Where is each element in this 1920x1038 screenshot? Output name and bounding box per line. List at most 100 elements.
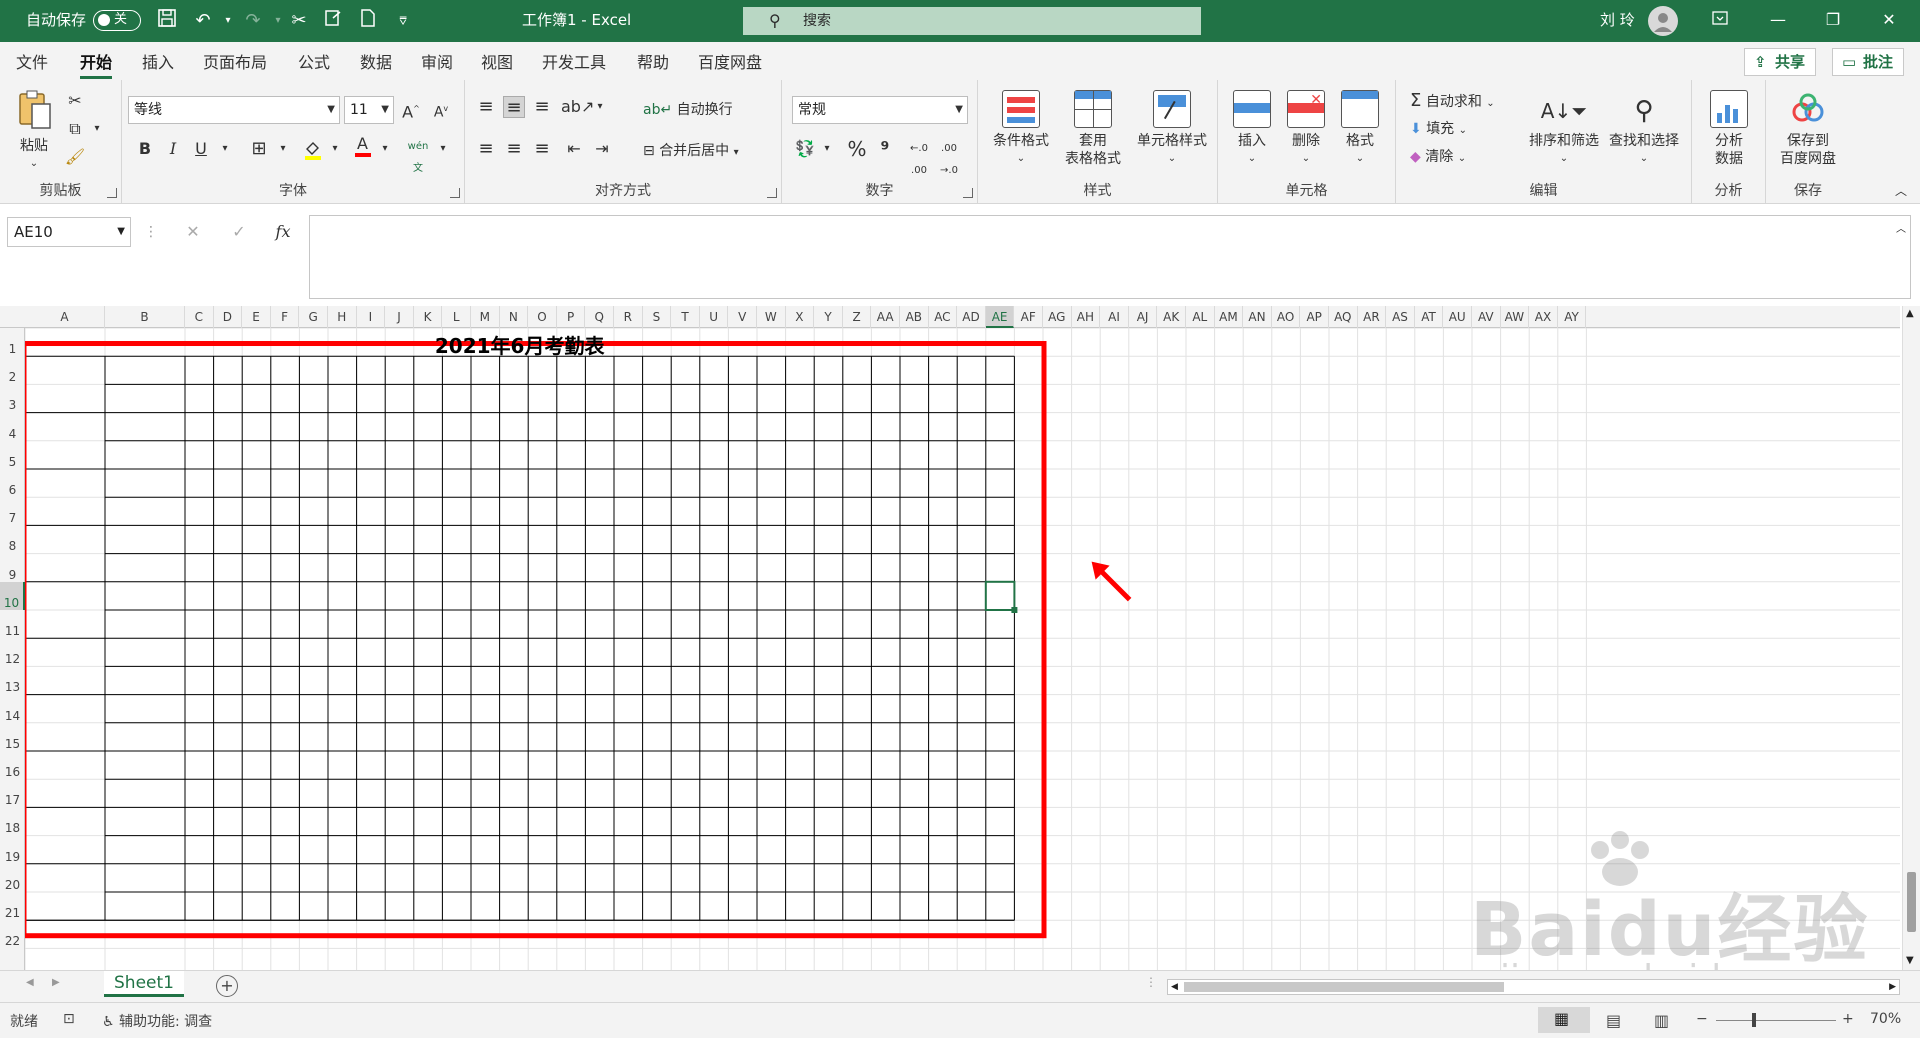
column-header-aw[interactable]: AW — [1501, 306, 1530, 328]
format-painter-icon[interactable]: 🖌 — [64, 146, 86, 168]
zoom-slider-track[interactable] — [1716, 1020, 1836, 1021]
merge-center-button[interactable]: ⊟ 合并后居中 ▾ — [643, 140, 739, 160]
row-header-10[interactable]: 10 — [0, 581, 25, 610]
column-header-al[interactable]: AL — [1186, 306, 1215, 328]
percent-button[interactable]: % — [846, 138, 868, 160]
column-header-v[interactable]: V — [728, 306, 757, 328]
column-header-ao[interactable]: AO — [1272, 306, 1301, 328]
align-right-icon[interactable]: ≡ — [531, 138, 553, 160]
row-header-7[interactable]: 7 — [0, 497, 25, 525]
row-header-1[interactable]: 1 — [0, 328, 25, 356]
row-header-14[interactable]: 14 — [0, 695, 25, 723]
align-center-icon[interactable]: ≡ — [503, 138, 525, 160]
column-header-r[interactable]: R — [614, 306, 643, 328]
redo-icon[interactable]: ↷ — [240, 8, 266, 34]
number-format-select[interactable]: 常规 ▼ — [792, 96, 968, 124]
cell-styles-button[interactable]: 单元格样式 ⌄ — [1130, 90, 1214, 168]
worksheet-grid[interactable]: A B C D E F G H I J K L M N O P Q R S T U V W X Y Z AA AB AC AD AE AF AG… — [0, 306, 1920, 970]
tab-home[interactable]: 开始 — [80, 49, 113, 79]
column-header-ak[interactable]: AK — [1157, 306, 1186, 328]
column-header-g[interactable]: G — [299, 306, 328, 328]
normal-view-button[interactable]: ▦ — [1538, 1007, 1590, 1033]
horizontal-scroll-thumb[interactable] — [1184, 982, 1504, 992]
share-button[interactable]: ⇪ 共享 — [1744, 48, 1817, 76]
row-header-22[interactable]: 22 — [0, 920, 25, 948]
column-header-ap[interactable]: AP — [1300, 306, 1329, 328]
column-header-af[interactable]: AF — [1014, 306, 1043, 328]
column-header-q[interactable]: Q — [585, 306, 614, 328]
copy-icon[interactable]: ⧉ — [64, 118, 86, 140]
tab-baidu-netdisk[interactable]: 百度网盘 — [698, 49, 762, 73]
accessibility-status[interactable]: ♿ 辅助功能: 调查 — [102, 1011, 212, 1031]
underline-button[interactable]: U — [190, 138, 212, 160]
column-header-p[interactable]: P — [557, 306, 586, 328]
sheet-title-cell[interactable]: 2021年6月考勤表 — [25, 330, 1014, 359]
borders-dropdown-icon[interactable]: ▾ — [272, 138, 294, 160]
phonetic-icon[interactable]: wén 文 — [407, 136, 429, 174]
row-header-4[interactable]: 4 — [0, 413, 25, 441]
analyze-data-button[interactable]: 分析 数据 — [1698, 90, 1760, 168]
comments-button[interactable]: ▭ 批注 — [1832, 48, 1905, 76]
row-header-19[interactable]: 19 — [0, 836, 25, 864]
tab-file[interactable]: 文件 — [16, 49, 48, 73]
tab-data[interactable]: 数据 — [360, 49, 392, 73]
formula-input[interactable]: ︿ — [309, 215, 1911, 299]
column-header-k[interactable]: K — [414, 306, 443, 328]
row-header-15[interactable]: 15 — [0, 723, 25, 751]
column-header-d[interactable]: D — [214, 306, 243, 328]
cut-icon[interactable]: ✂ — [64, 90, 86, 112]
select-all-corner[interactable] — [0, 306, 25, 328]
autosave-toggle[interactable]: 关 — [93, 10, 141, 31]
column-header-ar[interactable]: AR — [1358, 306, 1387, 328]
column-header-ad[interactable]: AD — [957, 306, 986, 328]
cut-icon[interactable]: ✂ — [286, 8, 312, 34]
add-sheet-icon[interactable]: + — [216, 975, 238, 997]
row-header-20[interactable]: 20 — [0, 864, 25, 892]
column-header-a[interactable]: A — [25, 306, 105, 328]
column-header-ac[interactable]: AC — [929, 306, 958, 328]
enter-icon[interactable]: ✓ — [228, 221, 250, 243]
font-color-icon[interactable]: A — [352, 134, 374, 157]
alignment-dialog-launcher[interactable] — [767, 188, 777, 198]
prev-sheet-icon[interactable]: ◀ — [26, 977, 34, 988]
horizontal-scrollbar[interactable]: ◀ ▶ — [1167, 979, 1900, 995]
clipboard-dialog-launcher[interactable] — [107, 188, 117, 198]
column-header-aj[interactable]: AJ — [1129, 306, 1158, 328]
search-box[interactable]: ⚲ 搜索 — [743, 7, 1201, 35]
close-icon[interactable]: ✕ — [1866, 0, 1912, 42]
save-to-netdisk-button[interactable]: 保存到 百度网盘 — [1770, 90, 1846, 168]
increase-decimal-icon[interactable]: ←.0.00 — [908, 138, 930, 176]
tab-page-layout[interactable]: 页面布局 — [203, 49, 267, 73]
scroll-down-icon[interactable]: ▼ — [1906, 955, 1914, 966]
column-header-x[interactable]: X — [786, 306, 815, 328]
row-header-13[interactable]: 13 — [0, 666, 25, 694]
scroll-up-icon[interactable]: ▲ — [1906, 308, 1914, 319]
font-color-dropdown-icon[interactable]: ▾ — [374, 138, 396, 160]
collapse-ribbon-icon[interactable]: ︿ — [1890, 180, 1912, 202]
borders-icon[interactable]: ⊞ — [248, 138, 270, 160]
row-header-9[interactable]: 9 — [0, 554, 25, 582]
decrease-font-icon[interactable]: Av — [430, 98, 452, 121]
accounting-dropdown-icon[interactable]: ▾ — [816, 138, 838, 160]
avatar[interactable] — [1648, 6, 1678, 36]
column-header-f[interactable]: F — [271, 306, 300, 328]
column-header-b[interactable]: B — [105, 306, 185, 328]
paste-button[interactable]: 粘贴 ⌄ — [10, 88, 58, 173]
column-header-at[interactable]: AT — [1415, 306, 1444, 328]
insert-cells-button[interactable]: 插入 ⌄ — [1226, 90, 1278, 168]
column-header-ai[interactable]: AI — [1100, 306, 1129, 328]
sort-filter-button[interactable]: A↓⏷ 排序和筛选 ⌄ — [1524, 90, 1604, 168]
row-header-17[interactable]: 17 — [0, 779, 25, 807]
scroll-left-icon[interactable]: ◀ — [1171, 980, 1178, 994]
autosum-button[interactable]: Σ 自动求和 ⌄ — [1410, 90, 1495, 111]
align-left-icon[interactable]: ≡ — [475, 138, 497, 160]
tab-view[interactable]: 视图 — [481, 49, 513, 73]
font-dialog-launcher[interactable] — [450, 188, 460, 198]
column-header-au[interactable]: AU — [1443, 306, 1472, 328]
clear-button[interactable]: ◆ 清除 ⌄ — [1410, 146, 1466, 166]
tab-formulas[interactable]: 公式 — [298, 49, 330, 73]
name-box[interactable]: AE10 ▼ — [7, 217, 131, 247]
underline-dropdown-icon[interactable]: ▾ — [214, 138, 236, 160]
ribbon-display-icon[interactable] — [1697, 0, 1743, 42]
column-header-t[interactable]: T — [671, 306, 700, 328]
